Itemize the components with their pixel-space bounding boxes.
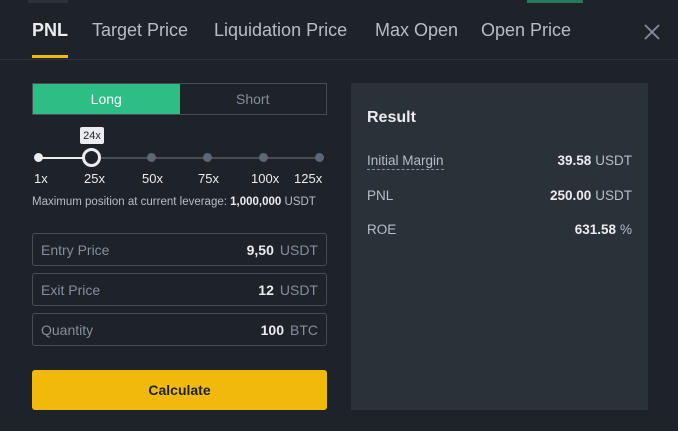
quantity-field[interactable]: Quantity 100 BTC [32, 313, 327, 346]
tab-max-open[interactable]: Max Open [375, 20, 458, 41]
result-row-initial-margin: Initial Margin 39.58 USDT [367, 153, 632, 170]
calculator-tabs: PNL Target Price Liquidation Price Max O… [0, 0, 678, 60]
field-value[interactable]: 9,50 [247, 242, 274, 258]
field-unit: USDT [279, 241, 318, 258]
result-value: 39.58 [557, 153, 592, 168]
calculate-button[interactable]: Calculate [32, 370, 327, 410]
max-position-value: 1,000,000 [230, 196, 282, 208]
leverage-mark-label: 50x [142, 171, 163, 186]
leverage-mark-label: 25x [84, 171, 105, 186]
result-value: 631.58 [574, 222, 616, 237]
exit-price-field[interactable]: Exit Price 12 USDT [32, 273, 327, 306]
result-panel: Result Initial Margin 39.58 USDT PNL 250.… [351, 83, 648, 410]
max-position-note: Maximum position at current leverage: 1,… [32, 196, 316, 208]
result-value: 250.00 [549, 188, 592, 203]
result-row-pnl: PNL 250.00 USDT [367, 188, 632, 203]
slider-handle[interactable] [82, 148, 101, 167]
leverage-mark-label: 75x [198, 171, 219, 186]
leverage-mark-label: 100x [251, 171, 280, 186]
leverage-slider[interactable]: 24x 1x 25x 50x 75x 100x 125x [32, 125, 327, 195]
result-label: PNL [367, 188, 394, 203]
max-position-unit: USDT [284, 196, 316, 208]
field-label: Exit Price [41, 281, 101, 298]
position-side-toggle: Long Short [32, 83, 327, 115]
leverage-mark-label: 125x [294, 171, 323, 186]
result-unit: USDT [595, 153, 632, 168]
active-tab-underline [32, 55, 68, 58]
short-button[interactable]: Short [179, 84, 326, 114]
field-value[interactable]: 100 [261, 322, 284, 338]
result-title: Result [367, 109, 416, 126]
long-button[interactable]: Long [33, 84, 180, 114]
result-label: ROE [367, 222, 397, 237]
slider-mark-dot[interactable] [147, 153, 156, 162]
leverage-value-bubble: 24x [80, 127, 104, 144]
field-unit: BTC [290, 321, 318, 338]
entry-price-field[interactable]: Entry Price 9,50 USDT [32, 233, 327, 266]
slider-mark-dot[interactable] [259, 153, 268, 162]
leverage-mark-label: 1x [34, 171, 48, 186]
result-label[interactable]: Initial Margin [367, 153, 444, 170]
tab-pnl[interactable]: PNL [32, 20, 68, 41]
tab-open-price[interactable]: Open Price [481, 20, 571, 41]
slider-mark-dot[interactable] [315, 153, 324, 162]
result-unit: % [619, 222, 632, 237]
slider-mark-dot[interactable] [203, 153, 212, 162]
slider-mark-dot[interactable] [34, 153, 43, 162]
field-label: Entry Price [41, 241, 110, 258]
close-icon[interactable] [640, 20, 664, 44]
result-unit: USDT [595, 188, 632, 203]
max-position-label: Maximum position at current leverage: [32, 196, 227, 208]
tab-liquidation-price[interactable]: Liquidation Price [214, 20, 347, 41]
field-value[interactable]: 12 [258, 282, 274, 298]
field-unit: USDT [279, 281, 318, 298]
field-label: Quantity [41, 321, 94, 338]
result-row-roe: ROE 631.58% [367, 222, 632, 237]
tab-target-price[interactable]: Target Price [92, 20, 188, 41]
